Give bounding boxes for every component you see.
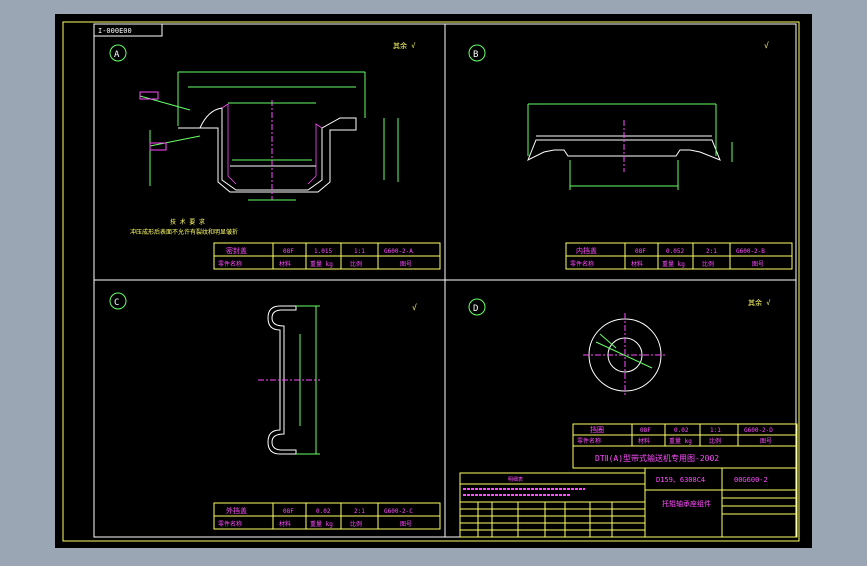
hdr-a-weight: 重量 kg: [310, 260, 333, 268]
part-a-name: 密封盖: [226, 246, 247, 255]
hdr-c-drawing-no: 图号: [400, 521, 412, 528]
hdr-b-material: 材料: [631, 260, 643, 268]
part-b-weight: 0.052: [666, 248, 684, 255]
view-b-finish-mark: √: [764, 41, 769, 50]
view-c-label: C: [114, 298, 119, 308]
part-b-scale: 2:1: [706, 248, 717, 255]
part-d-drawing-no: G600-2-D: [744, 427, 773, 434]
drawing-canvas: I-000E00 A 其余 √ 技 术 要 求 冲压成形后表面不允许有裂纹和明显…: [0, 0, 867, 562]
tech-req-title: 技 术 要 求: [170, 218, 205, 226]
hdr-d-weight: 重量 kg: [669, 437, 692, 445]
part-a-drawing-no: G600-2-A: [384, 248, 413, 255]
part-d-material: 08F: [640, 427, 651, 434]
hdr-a-drawing-no: 图号: [400, 261, 412, 268]
title-project: DTⅡ(A)型带式输送机专用图-2002: [595, 453, 719, 463]
title-assembly: 托辊轴承座组件: [662, 499, 711, 508]
title-code: 00G600-2: [734, 476, 768, 484]
part-a-scale: 1:1: [354, 248, 365, 255]
hdr-d-part-name: 零件名称: [577, 437, 601, 445]
part-a-weight: 1.015: [314, 248, 332, 255]
part-c-material: 08F: [283, 508, 294, 515]
view-c-finish-mark: √: [412, 303, 417, 312]
view-b-label: B: [473, 50, 478, 60]
part-d-weight: 0.02: [674, 427, 689, 434]
hdr-a-scale: 比例: [350, 260, 362, 268]
part-d-name: 挡圈: [590, 425, 604, 434]
view-a-label: A: [114, 50, 120, 60]
hdr-d-drawing-no: 图号: [760, 438, 772, 445]
part-c-scale: 2:1: [354, 508, 365, 515]
hdr-c-material: 材料: [279, 520, 291, 528]
notes-title: 明细表: [508, 476, 523, 483]
hdr-d-material: 材料: [638, 437, 650, 445]
part-a-material: 08F: [283, 248, 294, 255]
hdr-a-part-name: 零件名称: [218, 260, 242, 268]
hdr-b-part-name: 零件名称: [570, 260, 594, 268]
view-a-finish-mark: 其余 √: [393, 41, 416, 50]
drawing-code-top: I-000E00: [98, 27, 132, 35]
view-d-label: D: [473, 304, 478, 314]
hdr-c-part-name: 零件名称: [218, 520, 242, 528]
part-c-name: 外挡盖: [226, 506, 247, 515]
part-b-material: 08F: [635, 248, 646, 255]
tech-req-line1: 冲压成形后表面不允许有裂纹和明显皱折: [130, 228, 238, 236]
view-d-finish-mark: 其余 √: [748, 298, 771, 307]
hdr-b-weight: 重量 kg: [662, 260, 685, 268]
part-c-weight: 0.02: [316, 508, 331, 515]
part-c-drawing-no: G600-2-C: [384, 508, 413, 515]
title-spec: D159、6308C4: [656, 476, 705, 484]
hdr-c-weight: 重量 kg: [310, 520, 333, 528]
hdr-b-drawing-no: 图号: [752, 261, 764, 268]
part-b-name: 内挡盖: [576, 246, 597, 255]
hdr-d-scale: 比例: [709, 437, 721, 445]
hdr-c-scale: 比例: [350, 520, 362, 528]
part-d-scale: 1:1: [710, 427, 721, 434]
hdr-a-material: 材料: [279, 260, 291, 268]
part-b-drawing-no: G600-2-B: [736, 248, 765, 255]
hdr-b-scale: 比例: [702, 260, 714, 268]
